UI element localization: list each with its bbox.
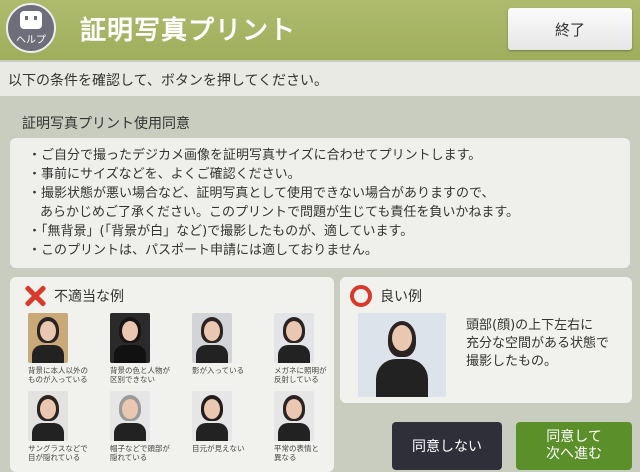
end-button[interactable]: 終了 — [508, 8, 632, 50]
good-example-header: 良い例 — [350, 285, 422, 307]
bad-example-photo — [274, 313, 314, 363]
agree-next-button[interactable]: 同意して 次へ進む — [516, 422, 632, 470]
bad-example-item: 影が入っている — [192, 313, 264, 375]
instruction-text: 以下の条件を確認して、ボタンを押してください。 — [0, 62, 640, 96]
bad-example-item: 背景に本人以外の ものが入っている — [28, 313, 100, 384]
help-face-icon — [20, 10, 42, 29]
cross-icon — [24, 285, 46, 307]
bad-examples-header: 不適当な例 — [24, 285, 124, 307]
bad-example-caption: 背景の色と人物が 区別できない — [110, 366, 170, 384]
bad-example-item: 背景の色と人物が 区別できない — [110, 313, 182, 384]
terms-line: ・ご自分で撮ったデジカメ画像を証明写真サイズに合わせてプリントします。 — [28, 148, 482, 163]
bad-example-caption: サングラスなどで 目が隠れている — [28, 444, 88, 462]
good-example-description: 頭部(顔)の上下左右に 充分な空間がある状態で 撮影したもの。 — [466, 318, 610, 369]
terms-box: ・ご自分で撮ったデジカメ画像を証明写真サイズに合わせてプリントします。 ・事前に… — [10, 138, 630, 268]
terms-line: ・「無背景」(「背景が白」など)で撮影したものが、適しています。 — [28, 224, 414, 239]
bad-example-item: メガネに照明が 反射している — [274, 313, 346, 384]
bad-examples-title: 不適当な例 — [54, 289, 124, 305]
disagree-button[interactable]: 同意しない — [392, 422, 502, 470]
good-example-panel: 良い例 頭部(顔)の上下左右に 充分な空間がある状態で 撮影したもの。 — [340, 277, 632, 403]
circle-icon — [350, 285, 372, 307]
good-example-title: 良い例 — [380, 289, 422, 305]
agree-label-line2: 次へ進む — [546, 446, 602, 462]
bad-examples-panel: 不適当な例 背景に本人以外の ものが入っている 背景の色と人物が 区別できない 影が… — [10, 277, 334, 472]
bad-example-photo — [28, 391, 68, 441]
bad-example-photo — [110, 313, 150, 363]
terms-title: 証明写真プリント使用同意 — [22, 116, 190, 132]
help-button[interactable]: ヘルプ — [6, 3, 56, 53]
bad-example-caption: 背景に本人以外の ものが入っている — [28, 366, 88, 384]
help-label: ヘルプ — [16, 34, 46, 46]
page-title: 証明写真プリント — [80, 16, 297, 46]
bad-example-photo — [192, 391, 232, 441]
bad-example-photo — [192, 313, 232, 363]
good-example-photo — [358, 313, 446, 397]
bad-example-photo — [28, 313, 68, 363]
bad-example-caption: 帽子などで頭部が 隠れている — [110, 444, 170, 462]
agree-label-line1: 同意して — [546, 429, 602, 445]
bad-example-caption: 平常の表情と 異なる — [274, 444, 319, 462]
bad-example-item: サングラスなどで 目が隠れている — [28, 391, 100, 462]
terms-line: ・このプリントは、パスポート申請には適しておりません。 — [28, 243, 378, 258]
bad-example-photo — [110, 391, 150, 441]
bad-example-item: 平常の表情と 異なる — [274, 391, 346, 462]
terms-line: ・事前にサイズなどを、よくご確認ください。 — [28, 167, 301, 182]
terms-line: あらかじめご了承ください。このプリントで問題が生じても責任を負いかねます。 — [40, 205, 520, 220]
bad-example-caption: 目元が見えない — [192, 444, 245, 453]
bad-example-item: 帽子などで頭部が 隠れている — [110, 391, 182, 462]
bad-example-caption: メガネに照明が 反射している — [274, 366, 327, 384]
bad-example-item: 目元が見えない — [192, 391, 264, 453]
bad-example-photo — [274, 391, 314, 441]
terms-line: ・撮影状態が悪い場合など、証明写真として使用できない場合がありますので、 — [28, 186, 495, 201]
header-bar: ヘルプ 証明写真プリント 終了 — [0, 0, 640, 60]
bad-example-caption: 影が入っている — [192, 366, 245, 375]
